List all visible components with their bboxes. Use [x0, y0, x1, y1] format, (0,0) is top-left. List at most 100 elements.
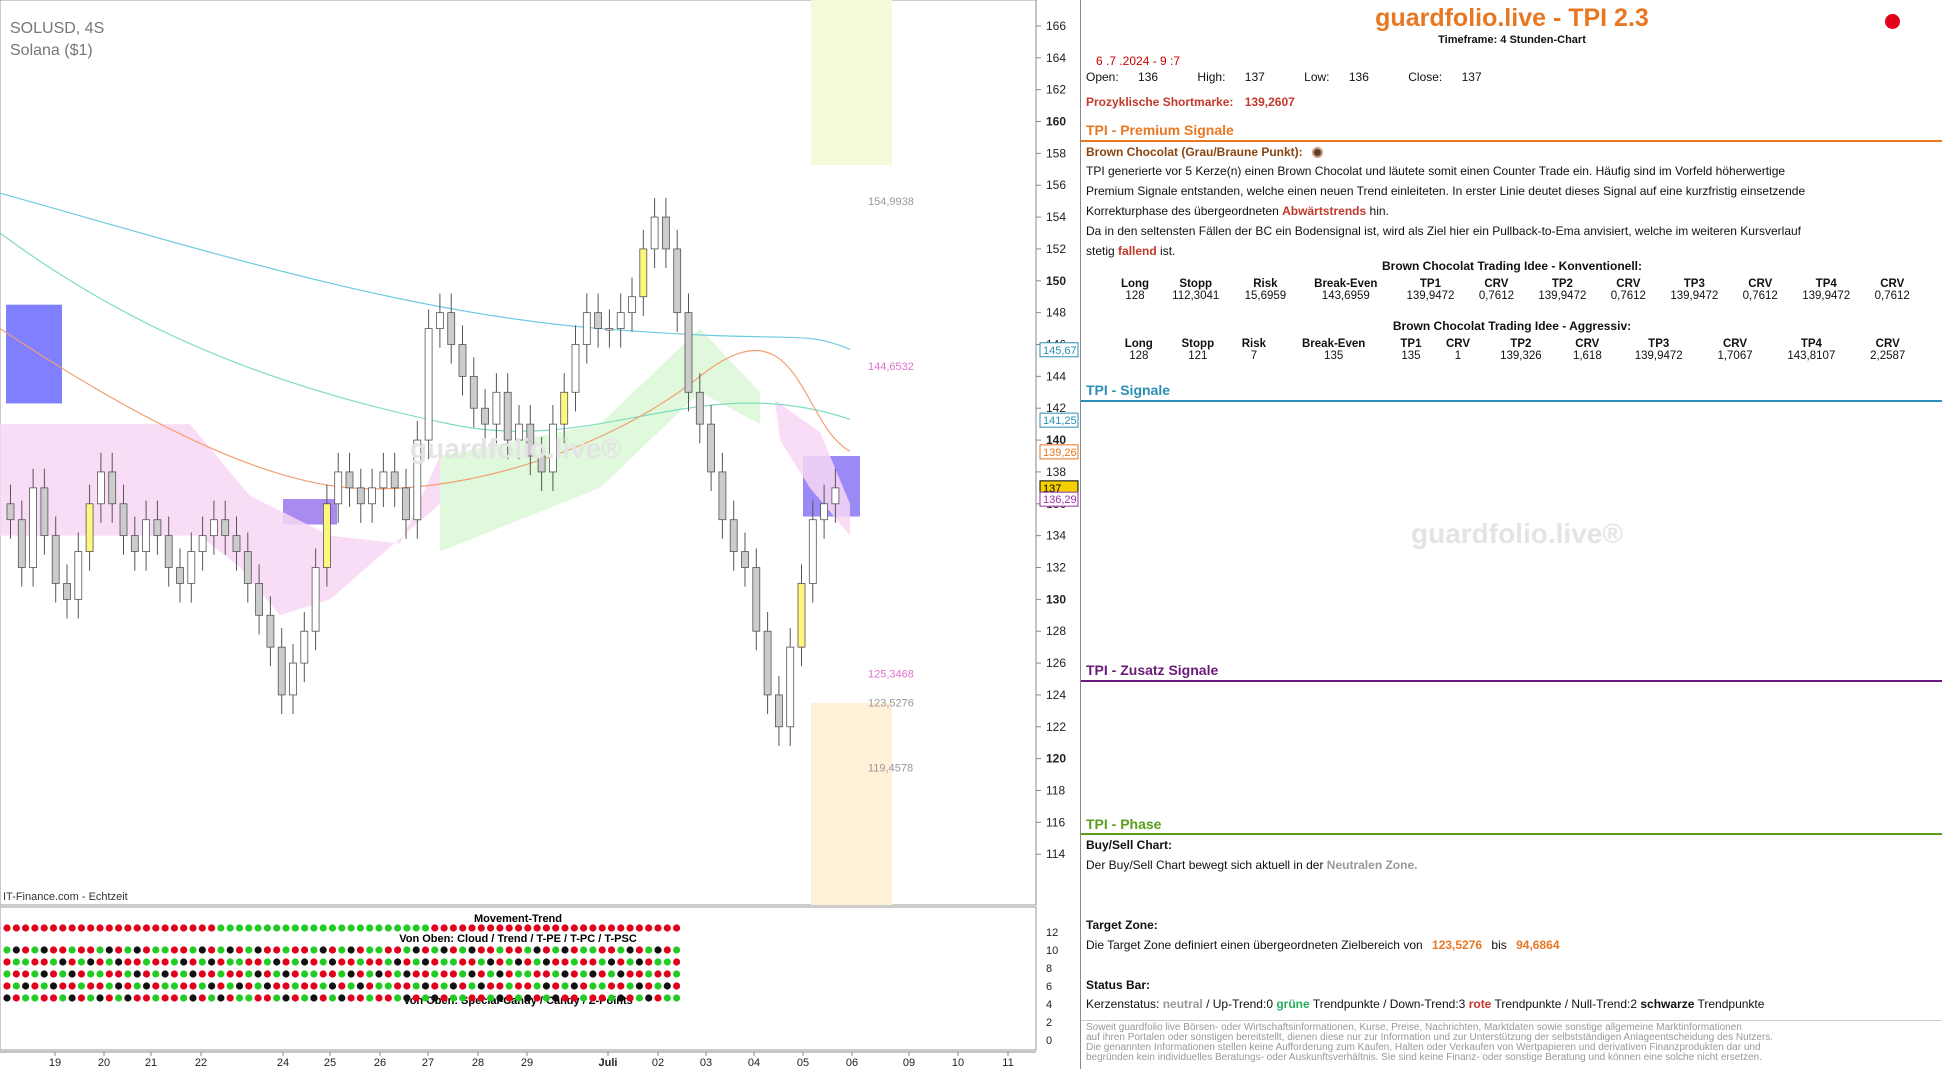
indicator-dot — [366, 994, 374, 1002]
indicator-dot — [580, 982, 588, 990]
candle-body — [560, 391, 569, 425]
target-text: Die Target Zone definiert einen übergeor… — [1086, 938, 1560, 952]
y-tick-label: 116 — [1046, 815, 1065, 829]
indicator-dot — [49, 958, 58, 966]
indicator-dot — [514, 924, 523, 932]
indicator-dot — [635, 982, 644, 990]
indicator-dot — [421, 958, 430, 966]
candle-body — [695, 391, 704, 425]
indicator-dot — [217, 994, 225, 1002]
indicator-dot — [673, 946, 681, 954]
status-kerzen-label: Kerzenstatus: — [1086, 997, 1160, 1011]
chart-instrument-name: Solana ($1) — [10, 42, 93, 59]
indicator-dot — [87, 958, 95, 966]
y-tick-label: 156 — [1046, 178, 1066, 192]
indicator-dot — [189, 946, 197, 954]
indicator-dot — [542, 982, 551, 990]
signal-box — [6, 304, 62, 404]
indicator-dot — [394, 994, 402, 1002]
x-tick-label: 10 — [952, 1057, 964, 1069]
candle-body — [74, 551, 83, 600]
indicator-dot — [421, 924, 430, 932]
indicator-dot — [645, 970, 653, 978]
candle-body — [379, 471, 388, 489]
indicator-dot — [3, 994, 11, 1002]
x-tick-label: 27 — [422, 1057, 434, 1069]
indicator-dot — [580, 924, 588, 932]
indicator-dot — [133, 946, 141, 954]
indicator-dot — [180, 982, 188, 990]
tpi-info-panel: guardfolio.live - TPI 2.3 Timeframe: 4 S… — [1080, 0, 1942, 1069]
table-header-cell: Stopp — [1181, 338, 1215, 350]
indicator-dot — [133, 982, 141, 990]
target-pre: Die Target Zone definiert einen übergeor… — [1086, 938, 1423, 952]
footer-divider — [1081, 1020, 1942, 1021]
brown-dot-icon — [1312, 147, 1324, 159]
table-cell: 139,9472 — [1538, 290, 1587, 302]
indicator-dot — [40, 982, 48, 990]
indicator-dot — [226, 982, 234, 990]
indicator-dot — [208, 994, 216, 1002]
indicator-dot — [133, 994, 141, 1002]
price-chart[interactable]: 1141161181201221241261281301321341361381… — [0, 0, 1080, 1069]
candle-body — [492, 391, 501, 425]
indicator-dot — [31, 924, 39, 932]
indicator-dot — [403, 982, 411, 990]
indicator-dot — [12, 924, 20, 932]
indicator-dot — [598, 946, 606, 954]
indicator-dot — [505, 924, 513, 932]
konv-trading-table: Long Stopp Risk Break-Even TP1 CRV TP2 CRV TP3 CR… — [1111, 278, 1921, 302]
indicator-dot — [366, 958, 374, 966]
candle-body — [673, 248, 682, 314]
section-divider — [1081, 680, 1942, 682]
price-chart-panel[interactable]: 1141161181201221241261281301321341361381… — [0, 0, 1080, 1069]
indicator-dot — [412, 946, 420, 954]
indicator-dot — [570, 970, 578, 978]
indicator-dot — [589, 924, 597, 932]
indicator-dot — [87, 946, 95, 954]
indicator-dot — [459, 970, 467, 978]
indicator-dot — [263, 970, 271, 978]
indicator-dot — [273, 958, 281, 966]
candle-body — [729, 519, 738, 552]
indicator-dot — [356, 946, 364, 954]
indicator-dot — [68, 970, 76, 978]
indicator-dot — [31, 946, 39, 954]
indicator-dot — [152, 970, 160, 978]
table-cell: 112,3041 — [1172, 290, 1220, 302]
indicator-dot — [22, 924, 30, 932]
x-tick-label: 02 — [652, 1057, 664, 1069]
candle-body — [255, 583, 264, 616]
chart-symbol: SOLUSD, 4S — [10, 20, 105, 37]
indicator-dot — [208, 982, 216, 990]
indicator-dot — [505, 946, 513, 954]
indicator-dot — [487, 946, 495, 954]
indicator-dot — [459, 924, 467, 932]
candle-body — [808, 519, 817, 584]
indicator-dot — [105, 958, 113, 966]
chart-watermark: guardfolio.live® — [410, 433, 622, 464]
indicator-dot — [31, 970, 39, 978]
y-tick-label: 126 — [1046, 656, 1066, 670]
bar-datetime: 6 .7 .2024 - 9 :7 — [1096, 54, 1181, 68]
indicator-y-label: 10 — [1046, 945, 1058, 957]
indicator-dot — [77, 982, 85, 990]
indicator-dot — [514, 946, 523, 954]
low-label: Low: — [1304, 70, 1330, 84]
price-label: 136,29 — [1043, 494, 1077, 506]
bc-line-5: stetig fallend ist. — [1086, 241, 1805, 261]
y-tick-label: 152 — [1046, 242, 1066, 256]
indicator-dot — [635, 994, 644, 1002]
indicator-dot — [580, 970, 588, 978]
indicator-dot — [161, 924, 169, 932]
indicator-dot — [49, 946, 58, 954]
indicator-dot — [226, 946, 234, 954]
indicator-dot — [524, 982, 532, 990]
x-tick-label: 03 — [700, 1057, 712, 1069]
indicator-dot — [142, 982, 151, 990]
section-divider — [1081, 833, 1942, 835]
indicator-dot — [12, 958, 20, 966]
indicator-dot — [496, 994, 504, 1002]
indicator-dot — [524, 924, 532, 932]
indicator-dot — [31, 958, 39, 966]
